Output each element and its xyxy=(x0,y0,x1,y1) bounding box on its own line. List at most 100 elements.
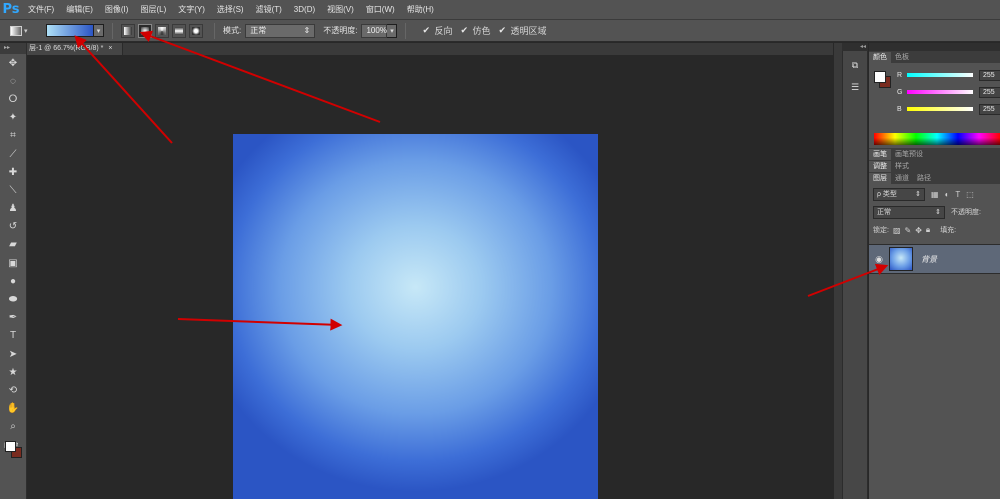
gradient-picker-dropdown[interactable]: ▾ xyxy=(94,24,104,37)
menu-view[interactable]: 视图(V) xyxy=(321,0,360,19)
red-value-input[interactable]: 255 xyxy=(979,69,1000,81)
mode-select[interactable]: 正常 ⇕ xyxy=(245,23,316,38)
dock-collapse-toggle[interactable]: ◂◂ xyxy=(842,43,868,51)
tab-swatches[interactable]: 色板 xyxy=(891,52,913,63)
reverse-checkbox[interactable]: ✔ 反向 xyxy=(422,24,452,37)
properties-panel-icon[interactable]: ☰ xyxy=(844,79,866,95)
shape-tool-icon[interactable]: ★ xyxy=(0,363,26,381)
layer-row[interactable]: ◉ 背景 xyxy=(869,244,1000,274)
lock-all-icon[interactable]: 🔒︎ xyxy=(926,225,930,235)
foreground-color-swatch[interactable] xyxy=(5,441,16,452)
marquee-tool-icon[interactable]: ◌ xyxy=(0,72,26,90)
menu-3d[interactable]: 3D(D) xyxy=(288,0,321,19)
document-tab[interactable]: 层-1 @ 66.7%(RGB/8) * × xyxy=(27,43,123,55)
eraser-tool-icon[interactable]: ▰ xyxy=(0,236,26,254)
type-filter-icon[interactable]: T xyxy=(955,190,960,199)
opacity-label: 不透明度: xyxy=(323,26,358,35)
menu-select[interactable]: 选择(S) xyxy=(211,0,250,19)
layer-opacity-label: 不透明度: xyxy=(951,209,981,216)
tools-panel: ▸▸ ✥ ◌ ⵔ ✦ ⌗ ⟋ ✚ ⟍ ♟ ↺ ▰ ▣ ● ⬬ ✒ T ➤ ★ ⟲… xyxy=(0,43,27,499)
diamond-gradient-icon xyxy=(192,26,200,35)
eyedropper-tool-icon[interactable]: ⟋ xyxy=(0,145,26,163)
layers-controls: ρ 类型 ⇕ ▦ ◐ T ⬚ 正常 ⇕ 不透明度: 锁定: ▨ ✎ ✥ 🔒︎ 填… xyxy=(869,184,1000,244)
adjustment-filter-icon[interactable]: ◐ xyxy=(945,190,950,199)
eye-icon[interactable]: ◉ xyxy=(869,254,889,265)
green-value-input[interactable]: 255 xyxy=(979,86,1000,98)
brush-tool-icon[interactable]: ⟍ xyxy=(0,181,26,199)
green-slider[interactable] xyxy=(907,90,973,94)
gradient-tool-icon[interactable]: ▣ xyxy=(0,254,26,272)
menu-layer[interactable]: 图层(L) xyxy=(134,0,172,19)
linear-gradient-button[interactable] xyxy=(121,23,135,38)
hand-tool-icon[interactable]: ✋ xyxy=(0,400,26,418)
transparency-checkbox[interactable]: ✔ 透明区域 xyxy=(499,24,547,37)
opacity-input[interactable]: 100% xyxy=(361,23,388,38)
blue-label: B xyxy=(897,105,902,113)
opacity-dropdown[interactable]: ▾ xyxy=(387,23,398,38)
history-panel-icon[interactable]: ⧉ xyxy=(844,57,866,73)
type-tool-icon[interactable]: T xyxy=(0,327,26,345)
menu-type[interactable]: 文字(Y) xyxy=(172,0,211,19)
gradient-editor-swatch[interactable] xyxy=(46,24,94,37)
history-brush-tool-icon[interactable]: ↺ xyxy=(0,218,26,236)
checkmark-icon: ✔ xyxy=(422,25,431,35)
close-icon[interactable]: × xyxy=(108,45,112,52)
3d-tool-icon[interactable]: ⟲ xyxy=(0,381,26,399)
menu-window[interactable]: 窗口(W) xyxy=(360,0,401,19)
tab-brush-presets[interactable]: 画笔预设 xyxy=(891,149,927,160)
red-slider-row: R 255 xyxy=(897,69,1000,81)
blend-mode-select[interactable]: 正常 ⇕ xyxy=(873,205,945,219)
panel-foreground-swatch[interactable] xyxy=(874,71,886,83)
options-bar: ▾ ▾ 模式: 正常 ⇕ 不透明度: 100% ▾ ✔ 反向 ✔ 仿色 ✔ 透明… xyxy=(0,19,1000,42)
dither-checkbox[interactable]: ✔ 仿色 xyxy=(460,24,490,37)
zoom-tool-icon[interactable]: ⌕ xyxy=(0,418,26,436)
healing-brush-tool-icon[interactable]: ✚ xyxy=(0,163,26,181)
radial-gradient-button[interactable] xyxy=(138,23,152,38)
tab-brush[interactable]: 画笔 xyxy=(869,149,891,160)
dock-divider xyxy=(834,43,842,499)
tab-adjustments[interactable]: 调整 xyxy=(869,161,891,172)
tab-paths[interactable]: 路径 xyxy=(913,173,935,184)
dodge-tool-icon[interactable]: ⬬ xyxy=(0,290,26,308)
layer-filter-select[interactable]: ρ 类型 ⇕ xyxy=(873,187,925,201)
menu-help[interactable]: 帮助(H) xyxy=(401,0,440,19)
lock-position-icon[interactable]: ✥ xyxy=(915,226,922,235)
tool-preset-picker[interactable]: ▾ xyxy=(10,22,36,40)
magic-wand-tool-icon[interactable]: ✦ xyxy=(0,109,26,127)
pen-tool-icon[interactable]: ✒ xyxy=(0,309,26,327)
lock-pixels-icon[interactable]: ✎ xyxy=(905,226,912,235)
diamond-gradient-button[interactable] xyxy=(189,23,203,38)
angle-gradient-button[interactable] xyxy=(155,23,169,38)
menu-filter[interactable]: 滤镜(T) xyxy=(250,0,288,19)
shape-filter-icon[interactable]: ⬚ xyxy=(966,190,974,199)
menu-edit[interactable]: 编辑(E) xyxy=(60,0,99,19)
tab-channels[interactable]: 通道 xyxy=(891,173,913,184)
green-label: G xyxy=(897,88,903,96)
lock-transparency-icon[interactable]: ▨ xyxy=(893,226,901,235)
tab-styles[interactable]: 样式 xyxy=(891,161,913,172)
document-canvas[interactable] xyxy=(233,134,598,499)
angle-gradient-icon xyxy=(158,26,166,35)
dither-label: 仿色 xyxy=(472,26,491,36)
menu-file[interactable]: 文件(F) xyxy=(22,0,60,19)
color-spectrum-ramp[interactable] xyxy=(874,133,1000,145)
red-slider[interactable] xyxy=(907,73,973,77)
crop-tool-icon[interactable]: ⌗ xyxy=(0,127,26,145)
tab-color[interactable]: 颜色 xyxy=(869,52,891,63)
path-selection-tool-icon[interactable]: ➤ xyxy=(0,345,26,363)
layer-name[interactable]: 背景 xyxy=(921,254,937,265)
color-panel: R 255 G 255 B 255 xyxy=(869,63,1000,148)
lock-row: 锁定: ▨ ✎ ✥ 🔒︎ 填充: xyxy=(873,223,996,237)
blue-value-input[interactable]: 255 xyxy=(979,103,1000,115)
pixel-filter-icon[interactable]: ▦ xyxy=(931,190,939,199)
reflected-gradient-button[interactable] xyxy=(172,23,186,38)
blue-slider[interactable] xyxy=(907,107,973,111)
tools-panel-collapse[interactable]: ▸▸ xyxy=(0,43,26,54)
mode-value: 正常 xyxy=(250,26,267,35)
lasso-tool-icon[interactable]: ⵔ xyxy=(0,90,26,108)
clone-stamp-tool-icon[interactable]: ♟ xyxy=(0,200,26,218)
tab-layers[interactable]: 图层 xyxy=(869,173,891,184)
blur-tool-icon[interactable]: ● xyxy=(0,272,26,290)
move-tool-icon[interactable]: ✥ xyxy=(0,54,26,72)
menu-image[interactable]: 图像(I) xyxy=(99,0,135,19)
